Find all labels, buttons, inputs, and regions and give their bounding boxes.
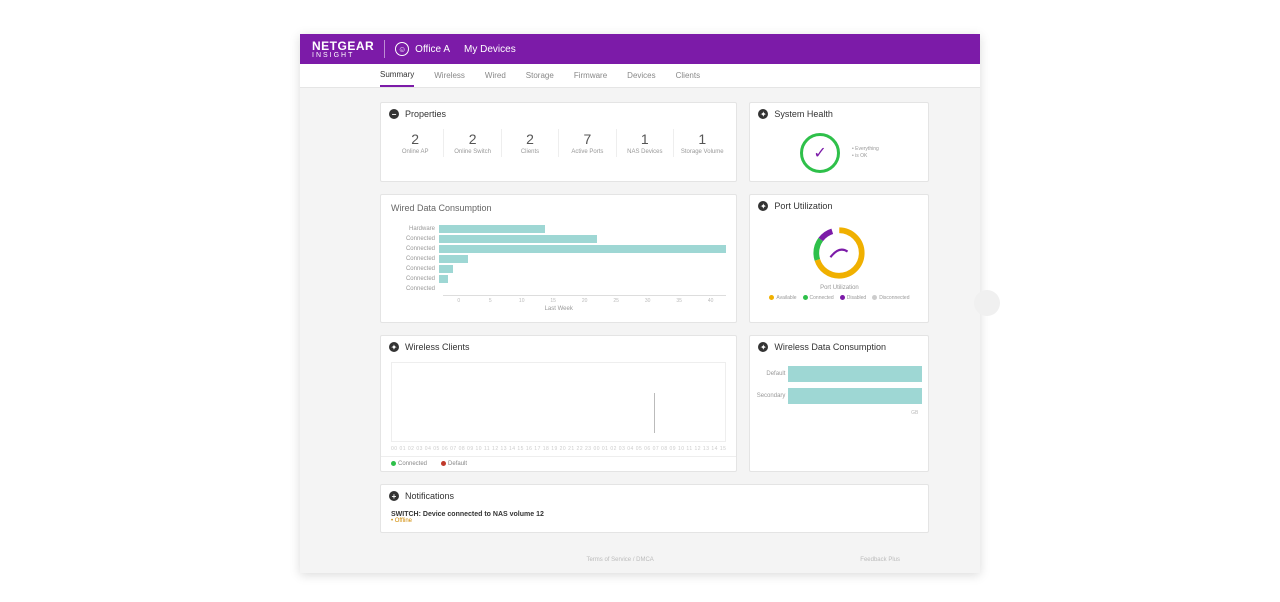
notif-header: Notifications (381, 485, 928, 507)
gear-icon[interactable] (389, 342, 399, 352)
health-check-icon: ✓ (800, 133, 840, 173)
system-health-body: ✓ • Everything • is OK (750, 125, 928, 181)
gear-icon[interactable] (758, 109, 768, 119)
wc-title: Wireless Clients (405, 342, 470, 352)
wdc-bar-1 (788, 388, 922, 404)
brand-name: NETGEAR (312, 39, 374, 53)
prop-clients[interactable]: 2Clients (502, 129, 559, 157)
port-utilization-card: Port Utilization Port Utilization Availa… (749, 194, 929, 323)
port-header: Port Utilization (750, 195, 928, 217)
properties-card: Properties 2Online AP 2Online Switch 2Cl… (380, 102, 737, 182)
tab-wired[interactable]: Wired (485, 65, 506, 86)
my-devices-link[interactable]: My Devices (464, 44, 516, 55)
wdc-title: Wireless Data Consumption (774, 342, 886, 352)
notif-title: Notifications (405, 491, 454, 501)
footer-right[interactable]: Feedback Plus (860, 557, 900, 563)
properties-title: Properties (405, 109, 446, 119)
health-legend: • Everything • is OK (852, 146, 879, 160)
system-health-header: System Health (750, 103, 928, 125)
prop-online-switch[interactable]: 2Online Switch (444, 129, 501, 157)
divider (384, 40, 385, 58)
gear-icon[interactable] (758, 201, 768, 211)
port-legend: Available Connected Disabled Disconnecte… (769, 295, 909, 301)
system-health-title: System Health (774, 109, 833, 119)
chart-cursor-line (654, 393, 655, 433)
tabbar: Summary Wireless Wired Storage Firmware … (300, 64, 980, 88)
properties-row: 2Online AP 2Online Switch 2Clients 7Acti… (381, 125, 736, 167)
notif-line: SWITCH: Device connected to NAS volume 1… (391, 511, 918, 518)
prop-nas[interactable]: 1NAS Devices (617, 129, 674, 157)
notifications-card: Notifications SWITCH: Device connected t… (380, 484, 929, 533)
carousel-next-button[interactable] (974, 290, 1000, 316)
wc-xaxis: 00 01 02 03 04 05 06 07 08 09 10 11 12 1… (381, 446, 736, 452)
wc-legend: Connected Default (381, 456, 736, 471)
notif-body: SWITCH: Device connected to NAS volume 1… (381, 507, 928, 532)
prop-storage[interactable]: 1Storage Volume (674, 129, 730, 157)
wired-barchart: Hardware Connected Connected Connected C… (381, 221, 736, 322)
brand-sub: INSIGHT (312, 53, 374, 59)
avatar-icon[interactable]: ☺ (395, 42, 409, 56)
wdc-header: Wireless Data Consumption (750, 336, 928, 358)
tab-storage[interactable]: Storage (526, 65, 554, 86)
dashboard-grid: Properties 2Online AP 2Online Switch 2Cl… (300, 88, 980, 553)
wc-chart (391, 362, 726, 442)
wired-consumption-card: Wired Data Consumption Hardware Connecte… (380, 194, 737, 323)
footer: Terms of Service / DMCA Feedback Plus (300, 553, 980, 573)
prop-active-ports[interactable]: 7Active Ports (559, 129, 616, 157)
wdc-xcap: GB (756, 410, 922, 416)
wireless-clients-card: Wireless Clients 00 01 02 03 04 05 06 07… (380, 335, 737, 472)
wdc-body: Default Secondary GB (750, 358, 928, 424)
wired-xlabel: Last Week (391, 306, 726, 312)
prop-online-ap[interactable]: 2Online AP (387, 129, 444, 157)
port-title: Port Utilization (774, 201, 832, 211)
brand: NETGEAR INSIGHT (312, 39, 374, 59)
tab-summary[interactable]: Summary (380, 64, 414, 87)
wdc-bar-0 (788, 366, 922, 382)
tab-firmware[interactable]: Firmware (574, 65, 607, 86)
wired-title: Wired Data Consumption (381, 195, 736, 221)
collapse-icon[interactable] (389, 109, 399, 119)
tab-wireless[interactable]: Wireless (434, 65, 465, 86)
tab-devices[interactable]: Devices (627, 65, 655, 86)
notif-sub: • Offline (391, 518, 918, 524)
footer-center[interactable]: Terms of Service / DMCA (586, 557, 653, 563)
donut-chart (809, 223, 869, 283)
wireless-data-card: Wireless Data Consumption Default Second… (749, 335, 929, 472)
wired-xaxis: 0 5 10 15 20 25 30 35 40 (443, 295, 726, 304)
topbar: NETGEAR INSIGHT ☺ Office A My Devices (300, 34, 980, 64)
app-window: NETGEAR INSIGHT ☺ Office A My Devices Su… (300, 34, 980, 573)
tab-clients[interactable]: Clients (676, 65, 700, 86)
expand-icon[interactable] (389, 491, 399, 501)
system-health-card: System Health ✓ • Everything • is OK (749, 102, 929, 182)
port-donut: Port Utilization Available Connected Dis… (750, 217, 928, 307)
port-sublabel: Port Utilization (820, 285, 859, 291)
gear-icon[interactable] (758, 342, 768, 352)
wc-header: Wireless Clients (381, 336, 736, 358)
location-label[interactable]: Office A (415, 44, 450, 55)
properties-header: Properties (381, 103, 736, 125)
